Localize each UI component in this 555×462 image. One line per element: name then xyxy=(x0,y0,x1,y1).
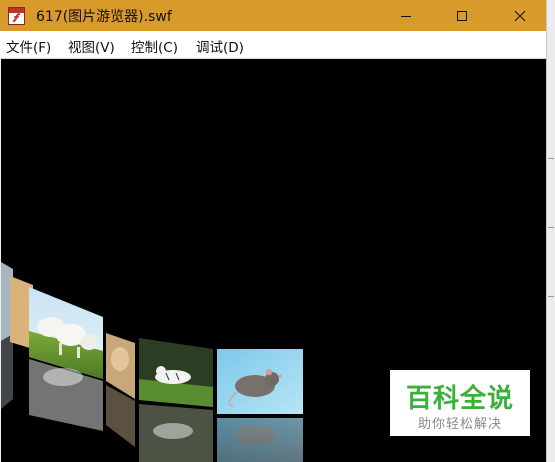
menu-bar: 文件(F) 视图(V) 控制(C) 调试(D) xyxy=(0,31,546,59)
menu-debug[interactable]: 调试(D) xyxy=(196,36,244,56)
minimize-button[interactable] xyxy=(383,0,429,31)
carousel-card-white-tiger[interactable] xyxy=(139,338,213,462)
edge-marker xyxy=(548,158,554,159)
maximize-button[interactable] xyxy=(439,0,485,31)
close-button[interactable] xyxy=(497,0,543,31)
edge-marker xyxy=(548,296,554,297)
watermark-subtitle: 助你轻松解决 xyxy=(417,417,502,432)
maximize-icon xyxy=(457,10,467,21)
menu-file[interactable]: 文件(F) xyxy=(6,36,51,56)
close-icon xyxy=(514,10,526,21)
menu-view[interactable]: 视图(V) xyxy=(68,36,115,56)
right-edge-panel xyxy=(546,0,555,462)
carousel-card-goats[interactable] xyxy=(10,276,103,431)
flash-document-icon xyxy=(8,7,25,25)
edge-marker xyxy=(548,227,554,228)
carousel-card-mouse[interactable] xyxy=(217,349,303,462)
watermark-title: 百科全说 xyxy=(405,384,514,414)
minimize-icon xyxy=(401,15,411,17)
watermark: 百科全说 助你轻松解决 xyxy=(390,370,530,436)
title-bar[interactable]: 617(图片游览器).swf xyxy=(0,0,546,31)
carousel-card-monkey[interactable] xyxy=(106,333,135,447)
menu-control[interactable]: 控制(C) xyxy=(131,36,178,56)
window-title: 617(图片游览器).swf xyxy=(36,9,172,25)
